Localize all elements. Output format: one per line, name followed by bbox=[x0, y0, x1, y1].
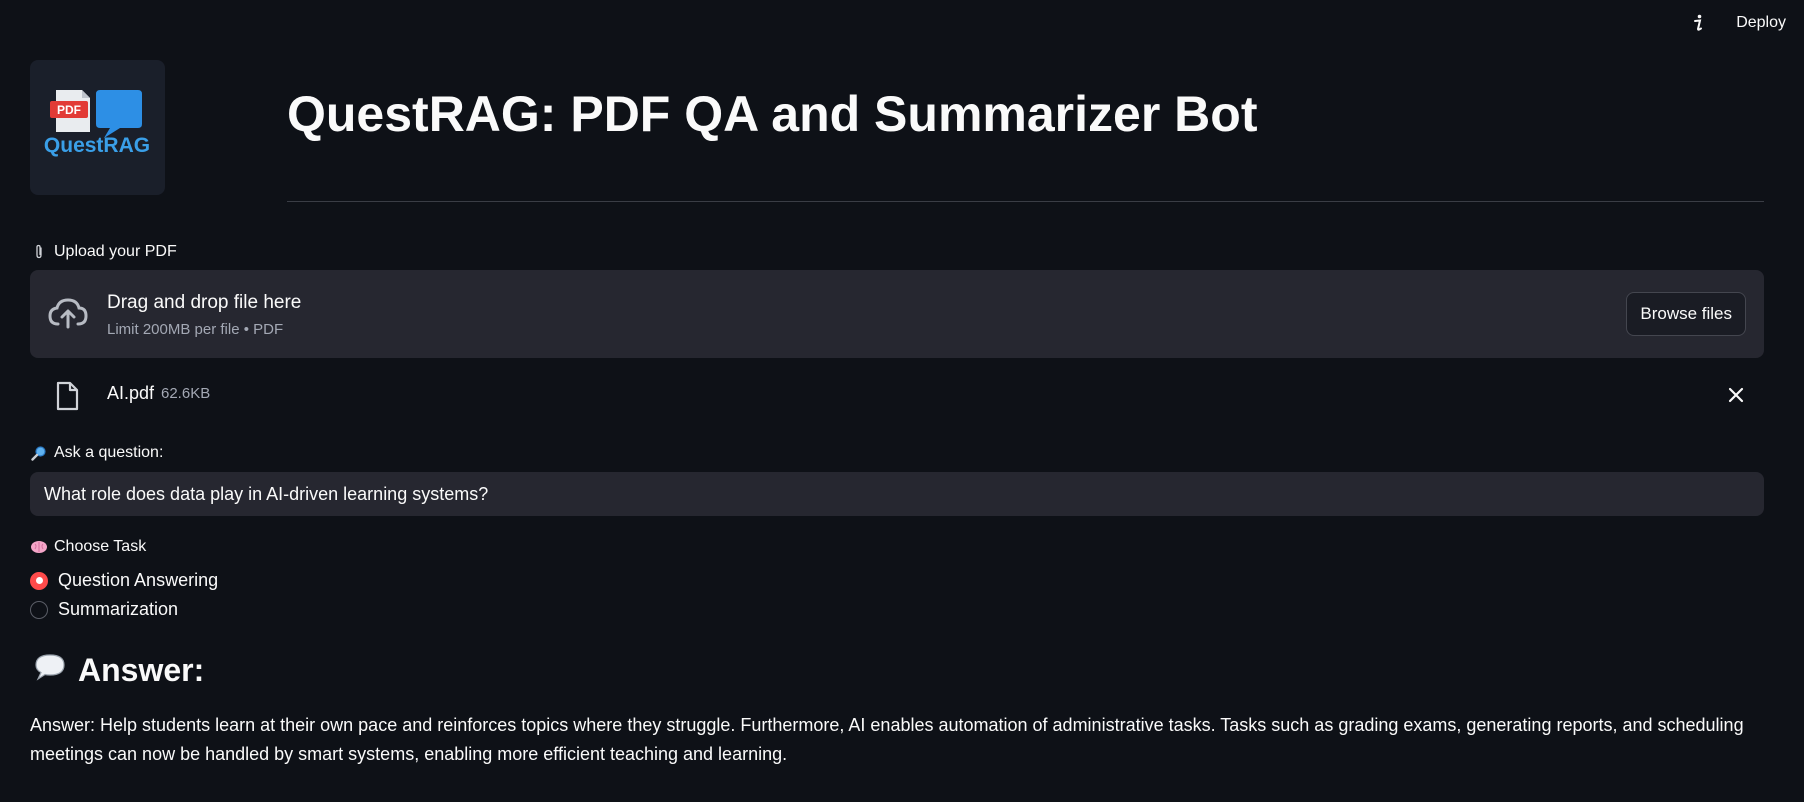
browse-files-button[interactable]: Browse files bbox=[1626, 292, 1746, 336]
brain-icon bbox=[30, 538, 48, 556]
answer-text: Answer: Help students learn at their own… bbox=[30, 715, 1744, 764]
answer-heading: Answer: bbox=[34, 652, 204, 689]
answer-heading-text: Answer: bbox=[78, 652, 205, 688]
paperclip-icon bbox=[30, 243, 48, 261]
question-input[interactable] bbox=[30, 472, 1764, 516]
top-toolbar: Deploy bbox=[1688, 0, 1804, 46]
speech-bubble-icon bbox=[34, 652, 66, 689]
upload-label: Upload your PDF bbox=[30, 243, 177, 261]
file-icon bbox=[55, 381, 79, 411]
page-title: QuestRAG: PDF QA and Summarizer Bot bbox=[287, 86, 1258, 142]
dropzone-title: Drag and drop file here bbox=[107, 292, 302, 313]
title-divider bbox=[287, 201, 1764, 202]
task-label: Choose Task bbox=[30, 538, 146, 556]
cloud-upload-icon bbox=[46, 294, 90, 334]
logo-pdf-badge: PDF bbox=[57, 103, 81, 117]
dropzone-subtitle: Limit 200MB per file • PDF bbox=[107, 321, 284, 338]
logo-brand-text: QuestRAG bbox=[44, 134, 150, 157]
file-name: AI.pdf bbox=[107, 383, 155, 403]
magnifier-icon bbox=[30, 444, 48, 462]
file-dropzone[interactable]: Drag and drop file here Limit 200MB per … bbox=[30, 270, 1764, 358]
radio-unselected-indicator[interactable] bbox=[30, 600, 48, 619]
info-icon[interactable] bbox=[1688, 13, 1708, 33]
question-label-text: Ask a question: bbox=[54, 444, 164, 461]
upload-label-text: Upload your PDF bbox=[54, 243, 177, 260]
task-label-text: Choose Task bbox=[54, 538, 147, 555]
question-label: Ask a question: bbox=[30, 444, 163, 462]
remove-file-icon[interactable] bbox=[1726, 385, 1746, 405]
radio-summarization[interactable]: Summarization bbox=[30, 599, 178, 620]
file-size: 62.6KB bbox=[161, 385, 211, 402]
radio-label: Question Answering bbox=[58, 570, 219, 590]
radio-label: Summarization bbox=[58, 599, 179, 619]
app-logo: PDF QuestRAG bbox=[30, 60, 165, 195]
deploy-button[interactable]: Deploy bbox=[1736, 14, 1786, 32]
radio-selected-indicator[interactable] bbox=[30, 571, 48, 590]
radio-question-answering[interactable]: Question Answering bbox=[30, 570, 218, 591]
uploaded-file-row: AI.pdf 62.6KB bbox=[30, 375, 1764, 415]
